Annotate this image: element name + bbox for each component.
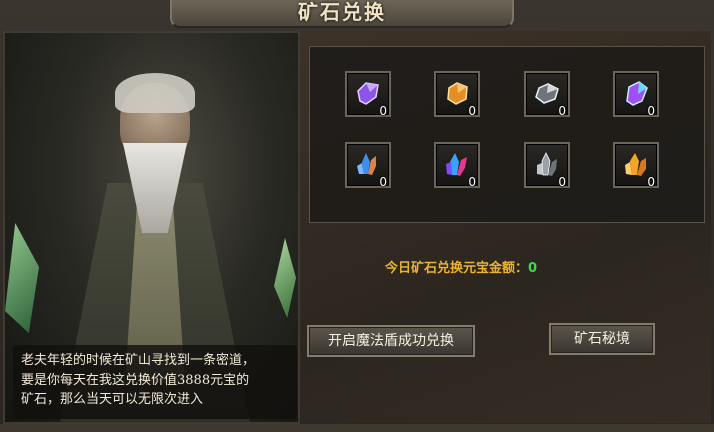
ore-slot[interactable]: 0 [345,71,391,118]
gold-crystal-cluster-icon [625,153,646,176]
ore-secret-realm-button[interactable]: 矿石秘境 [549,323,655,355]
ore-count: 0 [558,104,566,118]
gray-crystal-cluster-icon [537,152,557,176]
silver-ore-icon [535,83,559,104]
npc-dialog-box: 老夫年轻的时候在矿山寻找到一条密道， 要是你每天在我这兑换价值3888元宝的 矿… [13,345,297,419]
ore-count: 0 [558,175,566,189]
title-banner: 矿石兑换 [170,0,514,28]
ore-slot[interactable]: 0 [613,71,659,118]
daily-exchange-summary: 今日矿石兑换元宝金额：0 [385,257,537,276]
ore-slot[interactable]: 0 [345,142,391,189]
npc-dialog-text: 老夫年轻的时候在矿山寻找到一条密道， 要是你每天在我这兑换价值3888元宝的 矿… [21,351,297,410]
dialog-line: 老夫年轻的时候在矿山寻找到一条密道， [21,353,256,368]
ore-count: 0 [379,175,387,189]
npc-portrait: 老夫年轻的时候在矿山寻找到一条密道， 要是你每天在我这兑换价值3888元宝的 矿… [3,31,300,424]
green-crystal-decoration [5,223,39,333]
daily-exchange-label: 今日矿石兑换元宝金额： [385,261,529,276]
violet-crystal-ore-icon [626,81,648,106]
ore-slot[interactable]: 0 [613,142,659,189]
dialog-line: 要是你每天在我这兑换价值3888元宝的 [21,372,250,388]
ore-count: 0 [468,175,476,189]
ore-count: 0 [647,104,655,118]
green-crystal-decoration [274,238,296,318]
ore-count: 0 [379,104,387,118]
ore-count: 0 [468,104,476,118]
open-magic-shield-button[interactable]: 开启魔法盾成功兑换 [307,325,475,357]
ore-slot[interactable]: 0 [524,71,570,118]
ore-count: 0 [647,175,655,189]
dialog-line: 矿石，那么当天可以无限次进入 [21,392,204,407]
exchange-panel: 0 0 0 0 0 0 0 0 今日矿石兑换元宝金额：0 开启魔法盾成功兑换 矿… [301,31,711,423]
ore-slot[interactable]: 0 [524,142,570,189]
purple-ore-icon [357,82,379,105]
rainbow-crystal-cluster-icon [446,153,467,176]
amber-ore-icon [447,82,468,105]
ore-slot[interactable]: 0 [434,142,480,189]
ore-item-grid: 0 0 0 0 0 0 0 0 [309,46,705,223]
frame-bottom-border [0,424,714,432]
elder-hair [115,73,195,113]
daily-exchange-value: 0 [528,261,538,276]
ore-slot[interactable]: 0 [434,71,480,118]
exchange-window: 矿石兑换 老夫年轻的时候在矿山寻找到一条密道， 要是你每天在我这兑换价值3888… [0,0,714,432]
window-title: 矿石兑换 [298,0,386,24]
blue-crystal-cluster-icon [357,153,376,175]
